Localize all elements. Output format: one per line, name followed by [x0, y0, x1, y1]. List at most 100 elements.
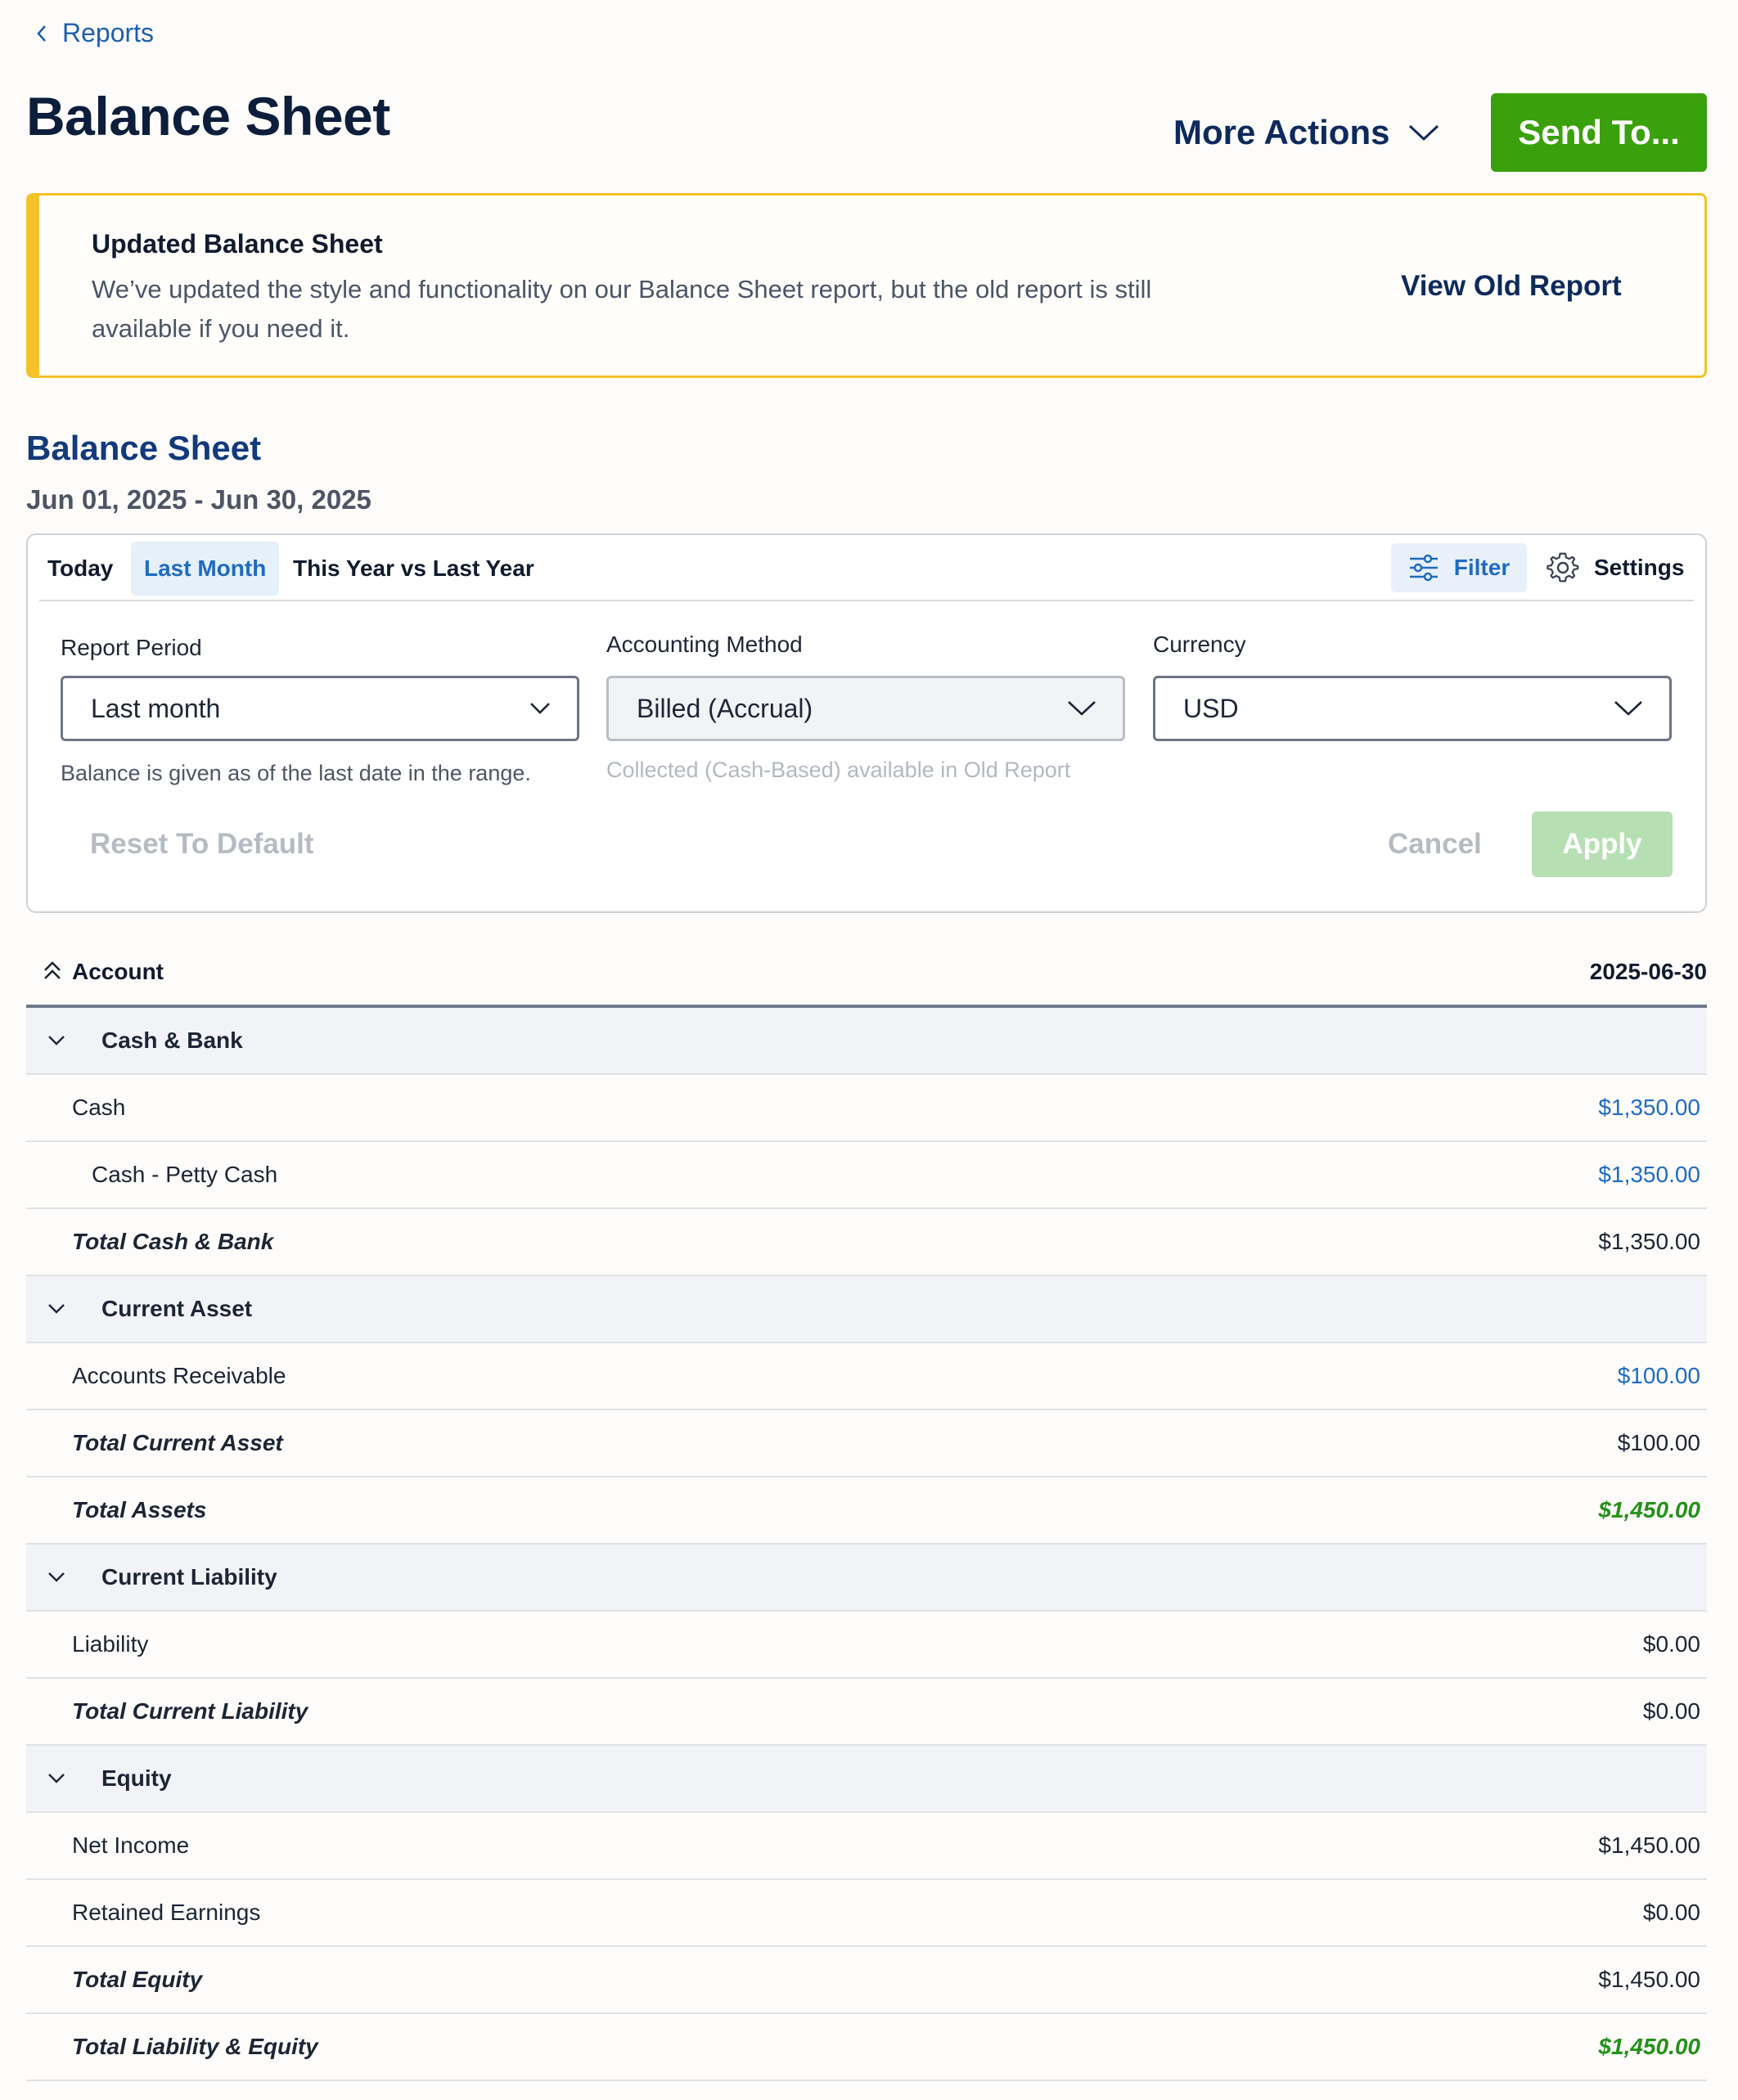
sliders-icon: [1408, 554, 1439, 582]
accounting-method-label: Accounting Method: [606, 632, 803, 657]
row-amount: $1,450.00: [1598, 1497, 1700, 1522]
table-row: Total Current Liability $0.00: [26, 1679, 1707, 1746]
row-label: Net Income: [72, 1832, 190, 1858]
settings-button[interactable]: Settings: [1547, 543, 1684, 592]
group-row[interactable]: Equity: [26, 1746, 1707, 1813]
group-row[interactable]: Current Asset: [26, 1276, 1707, 1343]
row-label-container: Total Cash & Bank: [26, 1229, 273, 1255]
notice-title: Updated Balance Sheet: [92, 229, 383, 259]
row-amount: $1,350.00: [1598, 1229, 1700, 1254]
row-label: Liability: [72, 1631, 149, 1657]
row-label: Total Current Liability: [72, 1698, 308, 1724]
row-amount: $1,450.00: [1598, 1832, 1700, 1858]
filter-button[interactable]: Filter: [1391, 543, 1527, 592]
chevron-left-icon: [36, 25, 47, 43]
row-label: Current Liability: [101, 1564, 277, 1590]
accounting-method-value: Billed (Accrual): [637, 693, 813, 723]
filter-label: Filter: [1453, 555, 1511, 580]
row-amount[interactable]: $100.00: [1618, 1363, 1707, 1389]
currency-value: USD: [1183, 693, 1239, 723]
table-row: Accounts Receivable $100.00: [26, 1343, 1707, 1410]
row-amount: $1,450.00: [1598, 1967, 1700, 1992]
row-label-container: Cash & Bank: [26, 1028, 243, 1054]
report-period-label: Report Period: [61, 635, 202, 660]
more-actions-button[interactable]: More Actions: [1173, 113, 1440, 152]
chevron-down-icon[interactable]: [47, 1035, 72, 1046]
group-row[interactable]: Cash & Bank: [26, 1008, 1707, 1075]
chevron-down-icon: [1407, 123, 1440, 142]
row-label: Total Equity: [72, 1967, 203, 1992]
send-to-button[interactable]: Send To...: [1491, 93, 1707, 172]
row-label: Cash: [72, 1095, 126, 1120]
row-amount[interactable]: $1,350.00: [1598, 1095, 1707, 1121]
row-label-container: Current Liability: [26, 1564, 277, 1590]
row-amount: $100.00: [1617, 1430, 1700, 1455]
tab-last-month[interactable]: Last Month: [131, 542, 280, 596]
table-row: Total Current Asset $100.00: [26, 1410, 1707, 1477]
accounting-method-select[interactable]: Billed (Accrual): [606, 676, 1125, 741]
table-row: Cash $1,350.00: [26, 1075, 1707, 1142]
row-label-container: Total Current Liability: [26, 1698, 308, 1725]
row-label-container: Net Income: [26, 1832, 189, 1859]
row-label-container: Current Asset: [26, 1296, 252, 1322]
column-header-account[interactable]: Account: [72, 959, 164, 985]
row-label-container: Total Liability & Equity: [26, 2034, 318, 2060]
row-label-container: Total Equity: [26, 1967, 202, 1993]
group-row[interactable]: Current Liability: [26, 1545, 1707, 1612]
row-label: Equity: [101, 1765, 172, 1791]
row-label-container: Total Assets: [26, 1497, 206, 1523]
row-label-container: Equity: [26, 1765, 172, 1792]
cancel-button[interactable]: Cancel: [1388, 828, 1482, 861]
row-label: Total Liability & Equity: [72, 2034, 318, 2059]
table-row: Net Income $1,450.00: [26, 1813, 1707, 1880]
report-period-hint: Balance is given as of the last date in …: [61, 761, 531, 785]
row-amount: $1,450.00: [1598, 2034, 1700, 2059]
report-date-range: Jun 01, 2025 - Jun 30, 2025: [26, 484, 371, 515]
row-label-container: Cash - Petty Cash: [26, 1162, 277, 1188]
row-label-container: Liability: [26, 1631, 148, 1657]
row-amount[interactable]: $1,350.00: [1598, 1162, 1707, 1188]
accounting-method-hint: Collected (Cash-Based) available in Old …: [606, 758, 1071, 782]
report-period-value: Last month: [91, 693, 221, 723]
table-row: Liability $0.00: [26, 1612, 1707, 1679]
table-row: Total Assets $1,450.00: [26, 1477, 1707, 1545]
row-label: Retained Earnings: [72, 1900, 261, 1925]
apply-button[interactable]: Apply: [1532, 812, 1673, 877]
settings-label: Settings: [1594, 555, 1685, 580]
chevron-down-icon: [1614, 700, 1643, 717]
row-label-container: Retained Earnings: [26, 1900, 260, 1926]
row-label: Accounts Receivable: [72, 1363, 286, 1388]
row-amount: $0.00: [1642, 1631, 1700, 1657]
chevron-down-icon[interactable]: [47, 1773, 72, 1784]
row-label-container: Total Current Asset: [26, 1430, 283, 1456]
table-row: Retained Earnings $0.00: [26, 1880, 1707, 1947]
report-period-select[interactable]: Last month: [61, 676, 579, 741]
gear-icon: [1547, 551, 1579, 584]
view-old-report-link[interactable]: View Old Report: [1401, 270, 1622, 303]
reset-to-default-button[interactable]: Reset To Default: [90, 828, 314, 861]
table-row: Total Equity $1,450.00: [26, 1947, 1707, 2014]
row-label: Cash - Petty Cash: [92, 1162, 278, 1187]
column-header-date: 2025-06-30: [1589, 959, 1707, 984]
row-label: Cash & Bank: [101, 1028, 243, 1053]
row-amount: $0.00: [1642, 1698, 1700, 1724]
row-label: Total Assets: [72, 1497, 207, 1522]
row-label: Total Current Asset: [72, 1430, 283, 1455]
panel-divider: [39, 600, 1694, 601]
table-row: Total Cash & Bank $1,350.00: [26, 1209, 1707, 1276]
page-title: Balance Sheet: [26, 86, 390, 146]
currency-label: Currency: [1153, 632, 1246, 657]
tab-today[interactable]: Today: [34, 542, 126, 596]
row-label-container: Accounts Receivable: [26, 1363, 286, 1389]
table-header: [26, 941, 1707, 1006]
back-link-reports[interactable]: Reports: [36, 18, 154, 48]
chevron-down-icon: [529, 702, 551, 715]
collapse-all-icon[interactable]: [43, 960, 62, 982]
notice-body: We’ve updated the style and functionalit…: [92, 275, 1152, 343]
tab-this-year-vs-last-year[interactable]: This Year vs Last Year: [280, 542, 547, 596]
currency-select[interactable]: USD: [1153, 676, 1672, 741]
chevron-down-icon[interactable]: [47, 1572, 72, 1583]
chevron-down-icon[interactable]: [47, 1303, 72, 1315]
chevron-down-icon: [1067, 700, 1096, 717]
row-label: Current Asset: [101, 1296, 253, 1321]
